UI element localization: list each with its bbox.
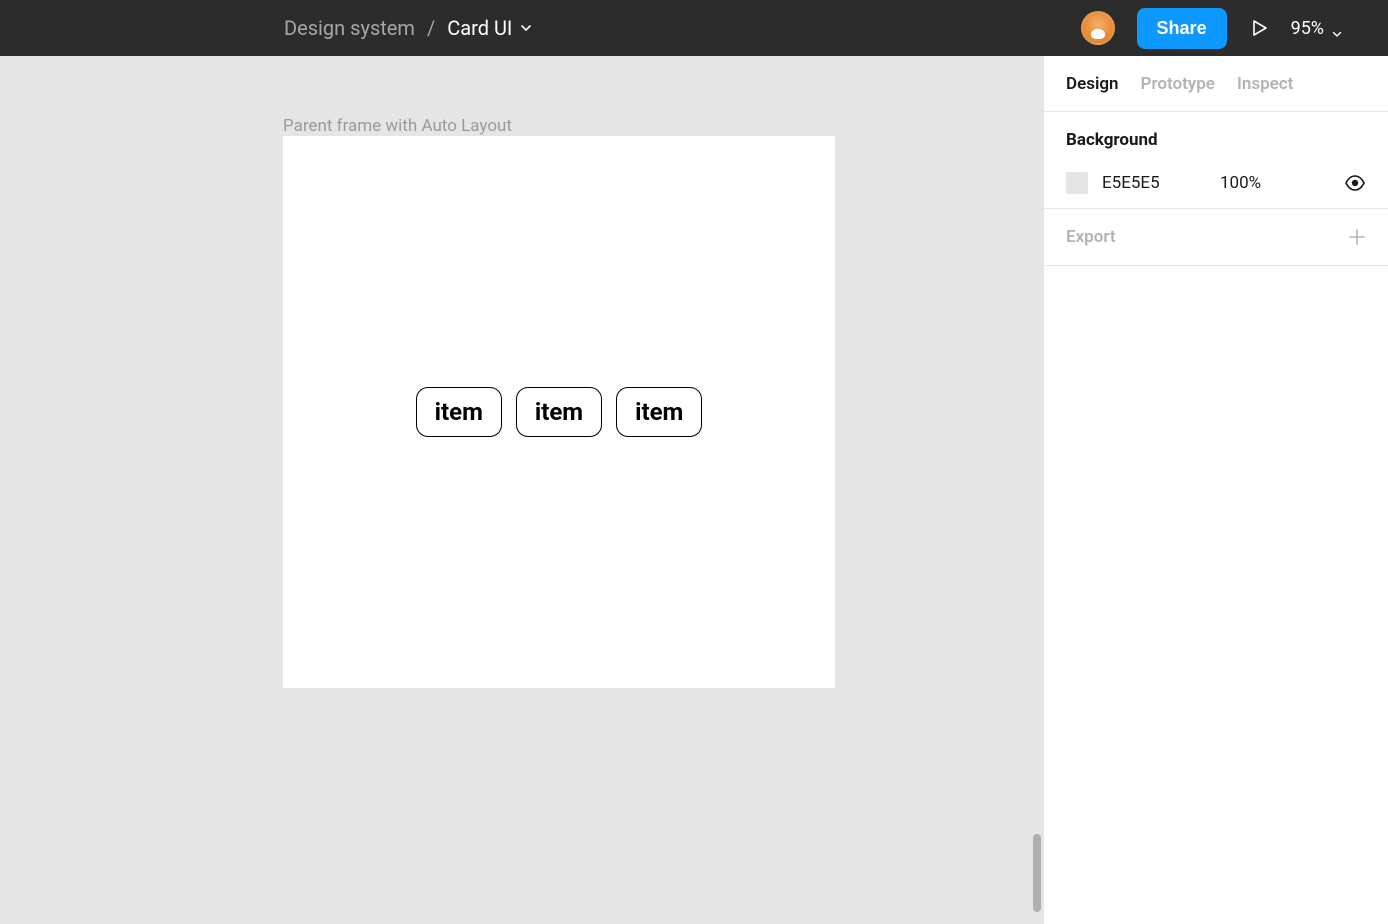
breadcrumb-current[interactable]: Card UI — [447, 16, 532, 40]
avatar[interactable] — [1081, 11, 1115, 45]
breadcrumb: Design system / Card UI — [284, 16, 532, 40]
breadcrumb-separator: / — [427, 16, 435, 40]
zoom-value: 95% — [1291, 18, 1324, 39]
background-opacity[interactable]: 100% — [1220, 173, 1261, 193]
background-row: E5E5E5 100% — [1066, 172, 1366, 194]
properties-panel: Design Prototype Inspect Background E5E5… — [1043, 56, 1388, 924]
toolbar-right: Share 95% — [1081, 8, 1388, 49]
canvas[interactable]: Parent frame with Auto Layout item item … — [0, 56, 1043, 924]
background-section: Background E5E5E5 100% — [1044, 112, 1388, 209]
item-card[interactable]: item — [516, 387, 602, 437]
zoom-control[interactable]: 95% — [1291, 18, 1342, 39]
item-card[interactable]: item — [616, 387, 702, 437]
export-section: Export — [1044, 209, 1388, 266]
background-swatch[interactable] — [1066, 172, 1088, 194]
export-title: Export — [1066, 227, 1116, 247]
frame-label[interactable]: Parent frame with Auto Layout — [283, 116, 512, 136]
item-card[interactable]: item — [416, 387, 502, 437]
chevron-down-icon — [520, 22, 532, 34]
panel-tabs: Design Prototype Inspect — [1044, 56, 1388, 112]
chevron-down-icon — [1332, 23, 1342, 33]
breadcrumb-current-label: Card UI — [447, 16, 512, 40]
breadcrumb-parent[interactable]: Design system — [284, 16, 415, 40]
background-title: Background — [1066, 130, 1366, 150]
scrollbar-thumb[interactable] — [1033, 834, 1041, 912]
tab-prototype[interactable]: Prototype — [1141, 74, 1215, 94]
add-export-icon[interactable] — [1348, 228, 1366, 246]
tab-design[interactable]: Design — [1066, 74, 1119, 94]
visibility-icon[interactable] — [1344, 172, 1366, 194]
share-button[interactable]: Share — [1137, 8, 1227, 49]
present-icon[interactable] — [1249, 18, 1269, 38]
top-toolbar: Design system / Card UI Share 95% — [0, 0, 1388, 56]
tab-inspect[interactable]: Inspect — [1237, 74, 1293, 94]
parent-frame[interactable]: item item item — [283, 136, 835, 688]
background-hex[interactable]: E5E5E5 — [1102, 173, 1182, 193]
